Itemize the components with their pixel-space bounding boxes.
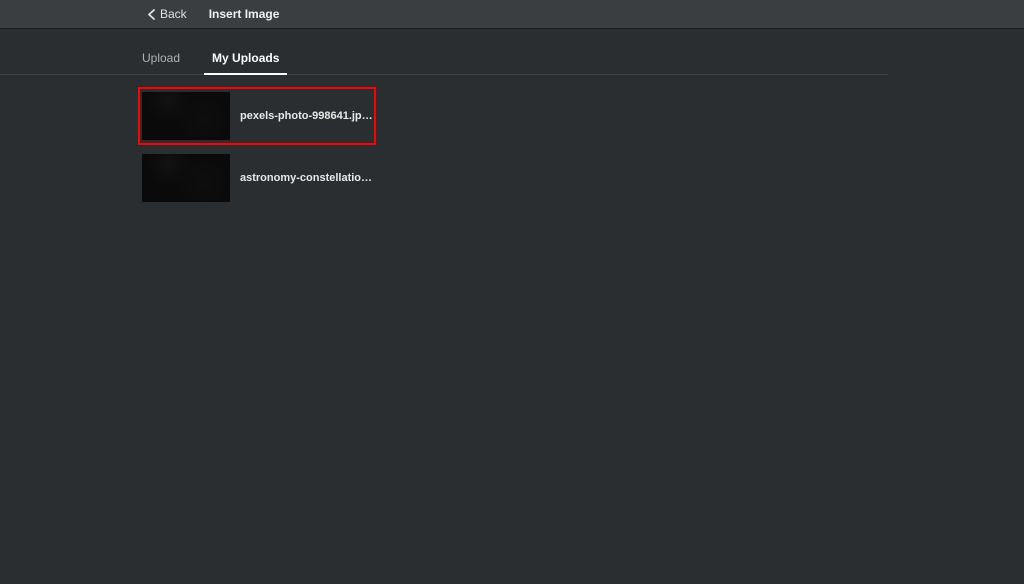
upload-item[interactable]: pexels-photo-998641.jpeg: [138, 87, 376, 145]
uploads-list: pexels-photo-998641.jpeg astronomy-const…: [0, 75, 1024, 207]
upload-item[interactable]: astronomy-constellation-dark-998641.jpg: [138, 149, 376, 207]
tab-label: Upload: [142, 51, 180, 65]
thumbnail: [142, 92, 230, 140]
filename: astronomy-constellation-dark-998641.jpg: [240, 172, 376, 184]
tabs: Upload My Uploads: [0, 29, 888, 75]
page-title: Insert Image: [209, 7, 280, 21]
tab-my-uploads[interactable]: My Uploads: [208, 43, 283, 74]
thumbnail: [142, 154, 230, 202]
tab-label: My Uploads: [212, 51, 279, 65]
back-button[interactable]: Back: [148, 7, 187, 21]
filename: pexels-photo-998641.jpeg: [240, 110, 374, 122]
back-label: Back: [160, 7, 187, 21]
chevron-left-icon: [148, 9, 155, 20]
tab-upload[interactable]: Upload: [138, 43, 184, 74]
header-bar: Back Insert Image: [0, 0, 1024, 29]
